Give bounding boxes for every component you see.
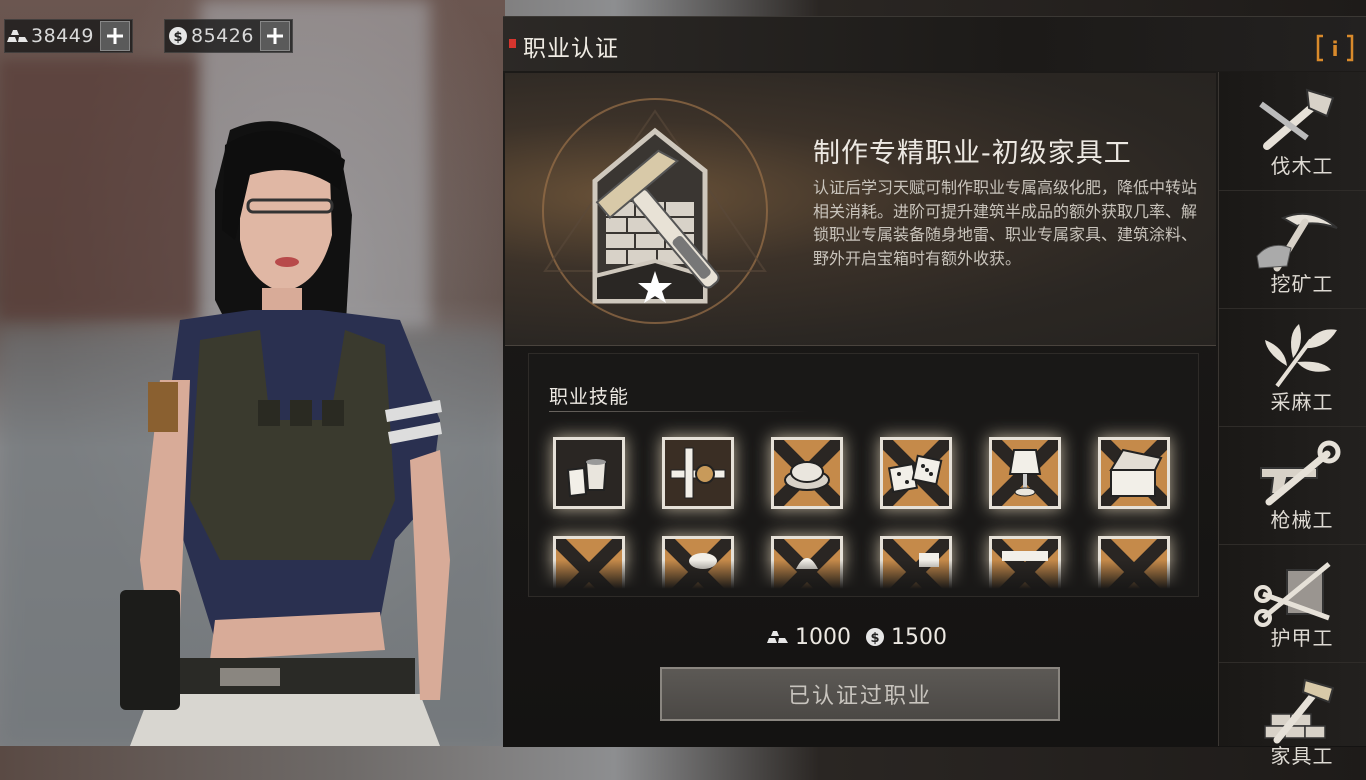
gold-bar-icon [767,630,789,644]
tab-gunsmith[interactable]: 枪械工 [1219,426,1366,545]
hammer-brick-icon [1264,678,1335,744]
job-name: 制作专精职业-初级家具工 [813,138,1132,169]
certification-cost: 1000 $ 1500 [767,623,987,651]
landmine-icon [774,440,840,506]
wrench-gun-icon [1260,440,1341,506]
tab-label: 枪械工 [1270,508,1334,532]
tab-miner[interactable]: 挖矿工 [1219,190,1366,309]
treasure-chest-icon [1101,440,1167,506]
silver-amount: 85426 [191,25,254,47]
job-description: 认证后学习天赋可制作职业专属高级化肥，降低中转站相关消耗。进阶可提升建筑半成品的… [813,178,1198,268]
profession-tabs: 伐木工 挖矿工 采麻工 枪械工 护甲工 家具工 [1218,72,1366,768]
info-icon: i [1332,37,1339,61]
panel-header: 职业认证 i [503,17,1366,71]
tab-label: 伐木工 [1270,154,1334,178]
gold-amount: 38449 [31,25,94,47]
hemp-leaf-icon [1265,324,1337,388]
gold-cost: 1000 [795,624,851,650]
dice-icon [883,440,949,506]
skills-section: 职业技能 [528,353,1199,597]
skill-dice[interactable] [880,437,952,509]
paint-bucket-icon [556,440,622,506]
panel-title: 职业认证 [523,36,619,62]
skill-lamp[interactable] [989,437,1061,509]
tab-lumberjack[interactable]: 伐木工 [1219,72,1366,191]
silver-currency: $ 85426 [164,19,293,53]
add-silver-button[interactable] [259,21,290,51]
tab-label: 挖矿工 [1270,272,1334,296]
gold-bar-icon [5,20,31,52]
silver-coin-icon: $ [865,627,885,647]
tab-armorsmith[interactable]: 护甲工 [1219,544,1366,663]
skill-gear-pipe[interactable] [662,437,734,509]
skills-scroll-fade [529,560,1198,596]
gold-currency: 38449 [4,19,133,53]
skill-paint-bucket[interactable] [553,437,625,509]
tab-furniture-maker[interactable]: 家具工 [1219,662,1366,780]
tab-label: 家具工 [1270,744,1334,768]
certified-button[interactable]: 已认证过职业 [660,667,1060,721]
tab-label: 采麻工 [1270,390,1334,414]
character-scene: 38449 $ 85426 [0,0,505,746]
skills-label: 职业技能 [549,386,630,408]
pickaxe-icon [1256,212,1338,272]
skill-landmine[interactable] [771,437,843,509]
axe-saw-icon [1259,88,1335,150]
skills-divider [549,411,809,412]
character-model[interactable] [0,0,505,746]
job-hero: 制作专精职业-初级家具工 认证后学习天赋可制作职业专属高级化肥，降低中转站相关消… [505,73,1216,346]
hammer-brick-house-icon [542,98,768,324]
silver-coin-icon: $ [165,20,191,52]
header-accent-mark [509,39,516,48]
gear-pipe-icon [665,440,731,506]
scissors-armor-icon [1254,562,1331,627]
svg-text:$: $ [173,30,182,45]
svg-text:$: $ [870,631,879,646]
skill-treasure-chest[interactable] [1098,437,1170,509]
info-button[interactable]: i [1315,33,1355,63]
tab-label: 护甲工 [1270,626,1334,650]
tab-hemp-picker[interactable]: 采麻工 [1219,308,1366,427]
add-gold-button[interactable] [99,21,130,51]
lamp-icon [992,440,1058,506]
silver-cost: 1500 [891,624,947,650]
